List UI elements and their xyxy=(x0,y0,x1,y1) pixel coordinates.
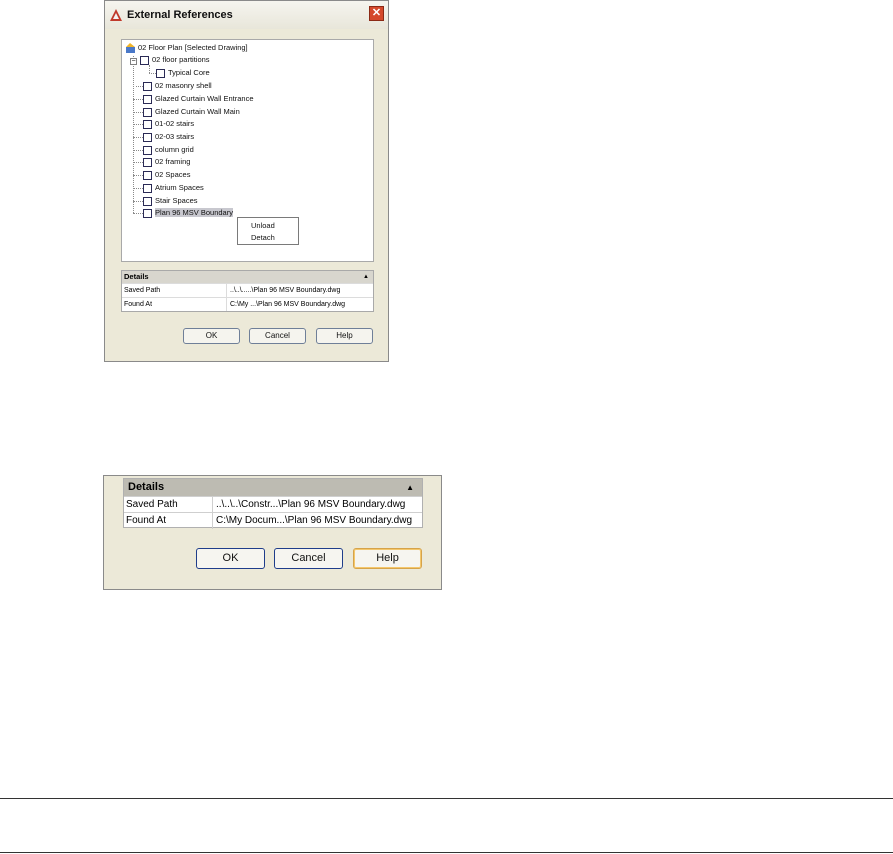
tree-item[interactable]: 02 masonry shell xyxy=(143,80,212,92)
xref-icon xyxy=(143,170,152,180)
cancel-button[interactable]: Cancel xyxy=(249,328,306,344)
saved-path-label: Saved Path xyxy=(126,499,178,510)
tree-connector xyxy=(133,175,143,176)
tree-item[interactable]: 02 Spaces xyxy=(143,169,190,181)
tree-connector xyxy=(149,73,156,74)
xref-icon xyxy=(143,81,152,91)
tree-connector xyxy=(133,99,143,100)
xref-icon xyxy=(143,132,152,142)
close-icon: ✕ xyxy=(371,7,382,19)
ok-button[interactable]: OK xyxy=(196,548,265,569)
tree-item[interactable]: Glazed Curtain Wall Main xyxy=(143,106,240,118)
details-panel: Details ▲ Saved Path ..\..\.....\Plan 96… xyxy=(121,270,374,312)
details-zoom-dialog: Details ▲ Saved Path ..\..\..\Constr...\… xyxy=(103,475,442,590)
close-button[interactable]: ✕ xyxy=(369,6,384,21)
collapse-up-icon[interactable]: ▲ xyxy=(363,271,369,283)
xref-icon xyxy=(143,196,152,206)
title-bar: External References ✕ xyxy=(105,1,388,29)
xref-icon xyxy=(143,145,152,155)
found-at-value[interactable]: C:\My Docum...\Plan 96 MSV Boundary.dwg xyxy=(212,513,412,529)
drawing-icon xyxy=(126,42,135,53)
xref-icon xyxy=(143,183,152,193)
xref-icon xyxy=(143,208,152,218)
ok-button[interactable]: OK xyxy=(183,328,240,344)
tree-connector xyxy=(133,150,143,151)
tree-connector xyxy=(136,86,143,87)
tree-connector xyxy=(133,162,143,163)
cancel-button[interactable]: Cancel xyxy=(274,548,343,569)
tree-connector xyxy=(133,137,143,138)
tree-item[interactable]: column grid xyxy=(143,144,194,156)
collapse-toggle[interactable]: − xyxy=(130,58,137,65)
autocad-app-icon xyxy=(110,9,122,21)
tree-connector xyxy=(133,201,143,202)
found-at-label: Found At xyxy=(124,301,153,308)
xref-icon xyxy=(140,55,149,65)
details-row-found-at: Found At C:\My Docum...\Plan 96 MSV Boun… xyxy=(124,512,422,529)
details-title: Details xyxy=(128,481,165,493)
tree-connector xyxy=(133,213,143,214)
details-row-found-at: Found At C:\My ...\Plan 96 MSV Boundary.… xyxy=(122,297,373,311)
details-row-saved-path: Saved Path ..\..\..\Constr...\Plan 96 MS… xyxy=(124,496,422,513)
tree-item[interactable]: Stair Spaces xyxy=(143,195,198,207)
menu-item-detach[interactable]: Detach xyxy=(251,233,275,242)
dialog-title: External References xyxy=(127,9,233,21)
tree-item[interactable]: 02 framing xyxy=(143,156,190,168)
tree-item[interactable]: 02 floor partitions xyxy=(140,54,210,66)
saved-path-label: Saved Path xyxy=(124,287,161,294)
saved-path-value[interactable]: ..\..\..\Constr...\Plan 96 MSV Boundary.… xyxy=(212,497,405,513)
saved-path-value[interactable]: ..\..\.....\Plan 96 MSV Boundary.dwg xyxy=(226,284,340,297)
xref-icon xyxy=(143,107,152,117)
tree-item[interactable]: Glazed Curtain Wall Entrance xyxy=(143,93,254,105)
xref-icon xyxy=(143,94,152,104)
tree-root[interactable]: 02 Floor Plan [Selected Drawing] xyxy=(125,42,248,54)
details-panel: Details ▲ Saved Path ..\..\..\Constr...\… xyxy=(123,478,423,529)
details-header[interactable]: Details ▲ xyxy=(122,271,373,283)
tree-item[interactable]: 02-03 stairs xyxy=(143,131,194,143)
tree-connector xyxy=(133,112,143,113)
tree-item[interactable]: 01-02 stairs xyxy=(143,118,194,130)
details-title: Details xyxy=(124,272,149,281)
details-header[interactable]: Details ▲ xyxy=(124,479,422,496)
collapse-up-icon[interactable]: ▲ xyxy=(406,479,414,496)
divider xyxy=(0,798,893,799)
xref-icon xyxy=(143,119,152,129)
xref-icon xyxy=(143,157,152,167)
external-references-dialog: External References ✕ 02 Floor Plan [Sel… xyxy=(104,0,389,362)
tree-connector xyxy=(133,188,143,189)
tree-item[interactable]: Atrium Spaces xyxy=(143,182,204,194)
help-button[interactable]: Help xyxy=(316,328,373,344)
details-row-saved-path: Saved Path ..\..\.....\Plan 96 MSV Bound… xyxy=(122,283,373,297)
found-at-label: Found At xyxy=(126,515,167,526)
help-button[interactable]: Help xyxy=(353,548,422,569)
menu-item-unload[interactable]: Unload xyxy=(251,221,275,230)
tree-connector xyxy=(133,56,134,213)
tree-item[interactable]: Typical Core xyxy=(156,67,210,79)
context-menu: Unload Detach xyxy=(237,217,299,245)
found-at-value[interactable]: C:\My ...\Plan 96 MSV Boundary.dwg xyxy=(226,298,345,311)
tree-root-label: 02 Floor Plan [Selected Drawing] xyxy=(138,43,248,53)
tree-connector xyxy=(133,124,143,125)
tree-item-selected[interactable]: Plan 96 MSV Boundary xyxy=(143,207,233,219)
xref-icon xyxy=(156,68,165,78)
divider xyxy=(0,852,893,853)
tree-connector xyxy=(149,65,150,73)
